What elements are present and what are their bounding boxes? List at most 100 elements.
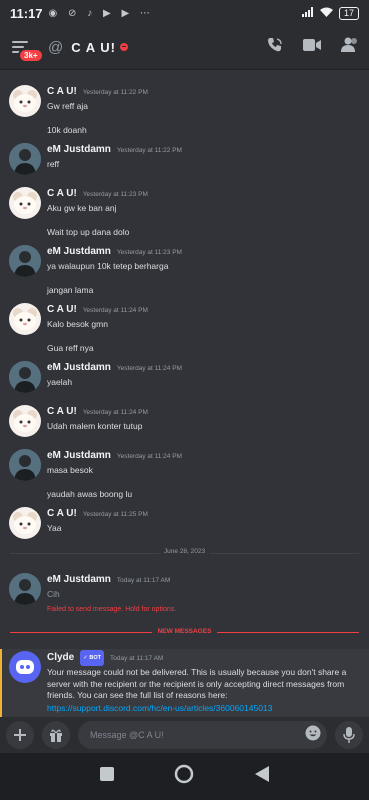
message[interactable]: eM Justdamn Yesterday at 11:23 PM ya wala…	[0, 245, 369, 296]
wifi-icon	[319, 7, 333, 20]
channel-title: C A U!	[71, 40, 116, 55]
message-composer	[0, 717, 369, 753]
message[interactable]: C A U! Yesterday at 11:24 PM Kalo besok g…	[0, 303, 369, 354]
dnd-status-icon	[120, 42, 128, 51]
menu-button[interactable]: 3k+	[10, 35, 44, 63]
message[interactable]: eM Justdamn Yesterday at 11:24 PM masa be…	[0, 449, 369, 500]
message-input-wrap[interactable]	[78, 721, 327, 749]
avatar[interactable]	[9, 405, 41, 437]
timestamp: Today at 11:17 AM	[116, 577, 171, 584]
timestamp: Yesterday at 11:24 PM	[116, 453, 182, 460]
clock: 11:17	[10, 5, 43, 21]
home-button[interactable]	[174, 764, 194, 789]
new-messages-divider: NEW MESSAGES	[10, 628, 359, 635]
video-icon	[303, 39, 321, 51]
emoji-button[interactable]	[305, 725, 321, 746]
call-icon	[268, 38, 282, 52]
gift-button[interactable]	[42, 721, 70, 749]
message[interactable]: C A U! Yesterday at 11:22 PM Gw reff aja …	[0, 85, 369, 136]
message-text: Kalo besok gmn	[47, 319, 108, 329]
author-name[interactable]: eM Justdamn	[47, 245, 111, 259]
message-failed[interactable]: eM Justdamn Today at 11:17 AM Cih Failed …	[0, 573, 369, 621]
date-divider-label: June 28, 2023	[158, 548, 211, 555]
message-text: Gw reff aja	[47, 101, 88, 111]
message[interactable]: eM Justdamn Yesterday at 11:22 PM reff	[0, 143, 369, 191]
author-name[interactable]: Clyde	[47, 651, 74, 665]
gift-icon	[50, 729, 62, 742]
message-text: Cih	[47, 589, 60, 599]
at-icon: @	[48, 39, 64, 56]
message[interactable]: C A U! Yesterday at 11:24 PM Udah malem k…	[0, 405, 369, 453]
bot-tag: ✓ BOT	[80, 650, 104, 666]
plus-icon	[14, 729, 26, 741]
timestamp: Yesterday at 11:24 PM	[82, 307, 148, 314]
avatar[interactable]	[9, 303, 41, 335]
voice-button[interactable]	[335, 721, 363, 749]
message-list[interactable]: C A U! Yesterday at 11:22 PM Gw reff aja …	[0, 71, 369, 717]
timestamp: Yesterday at 11:25 PM	[82, 511, 148, 518]
author-name[interactable]: eM Justdamn	[47, 449, 111, 463]
recents-icon	[100, 767, 115, 781]
add-button[interactable]	[6, 721, 34, 749]
message-text: Yaa	[47, 523, 62, 533]
message-text: reff	[47, 159, 60, 169]
back-icon	[254, 766, 269, 782]
battery-icon: 17	[338, 6, 359, 20]
author-name[interactable]: C A U!	[47, 507, 77, 521]
avatar[interactable]	[9, 361, 41, 393]
avatar[interactable]	[9, 245, 41, 277]
avatar[interactable]	[9, 85, 41, 117]
video-button[interactable]	[303, 38, 321, 57]
avatar[interactable]	[9, 573, 41, 605]
message-input[interactable]	[90, 730, 305, 740]
notification-icons: ◉ ⊘ ♪ ▶ ▶ ⋯	[48, 7, 154, 19]
call-button[interactable]	[267, 37, 283, 58]
channel-header: 3k+ @ C A U!	[0, 26, 369, 70]
avatar[interactable]	[9, 143, 41, 175]
message-text: Gua reff nya	[47, 343, 94, 353]
home-icon	[175, 764, 194, 784]
avatar[interactable]	[9, 507, 41, 539]
avatar[interactable]	[9, 449, 41, 481]
message-text: Udah malem konter tutup	[47, 421, 143, 431]
author-name[interactable]: eM Justdamn	[47, 573, 111, 587]
clyde-message[interactable]: Clyde ✓ BOT Today at 11:17 AM Your messa…	[0, 649, 369, 717]
message-text: 10k doanh	[47, 125, 87, 135]
status-bar: 11:17 ◉ ⊘ ♪ ▶ ▶ ⋯ 17	[0, 0, 369, 26]
author-name[interactable]: C A U!	[47, 85, 77, 99]
message-text: masa besok	[47, 465, 93, 475]
author-name[interactable]: C A U!	[47, 405, 77, 419]
message[interactable]: C A U! Yesterday at 11:23 PM Aku gw ke ba…	[0, 187, 369, 238]
message-text: Aku gw ke ban anj	[47, 203, 117, 213]
message-text: yaudah awas boong lu	[47, 489, 133, 499]
message-text: ya walaupun 10k tetep berharga	[47, 261, 169, 271]
avatar[interactable]	[9, 187, 41, 219]
new-messages-label: NEW MESSAGES	[151, 628, 218, 635]
microphone-icon	[343, 727, 355, 743]
back-button[interactable]	[254, 766, 269, 787]
timestamp: Yesterday at 11:24 PM	[116, 365, 182, 372]
message-text: Wait top up dana dolo	[47, 227, 130, 237]
send-error[interactable]: Failed to send message. Hold for options…	[47, 606, 369, 613]
timestamp: Yesterday at 11:24 PM	[82, 409, 148, 416]
author-name[interactable]: eM Justdamn	[47, 361, 111, 375]
message[interactable]: eM Justdamn Yesterday at 11:24 PM yaelah	[0, 361, 369, 409]
message-text: jangan lama	[47, 285, 94, 295]
author-name[interactable]: C A U!	[47, 303, 77, 317]
message-text: yaelah	[47, 377, 73, 387]
timestamp: Yesterday at 11:23 PM	[82, 191, 148, 198]
android-nav-bar	[0, 753, 369, 800]
timestamp: Today at 11:17 AM	[109, 655, 164, 662]
members-button[interactable]	[341, 37, 359, 58]
members-icon	[341, 37, 357, 52]
clyde-avatar[interactable]	[9, 651, 41, 683]
clyde-text: Your message could not be delivered. Thi…	[47, 667, 347, 700]
author-name[interactable]: eM Justdamn	[47, 143, 111, 157]
timestamp: Yesterday at 11:23 PM	[116, 249, 182, 256]
unread-badge: 3k+	[18, 47, 44, 63]
support-link[interactable]: https://support.discord.com/hc/en-us/art…	[47, 702, 359, 714]
recents-button[interactable]	[100, 767, 115, 786]
timestamp: Yesterday at 11:22 PM	[116, 147, 182, 154]
signal-icon	[301, 6, 314, 20]
author-name[interactable]: C A U!	[47, 187, 77, 201]
